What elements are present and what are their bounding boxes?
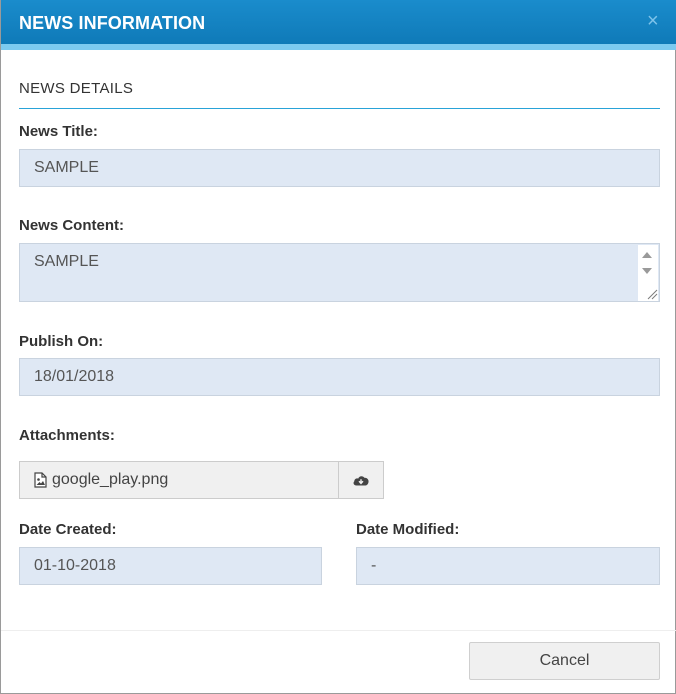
cloud-download-icon	[353, 476, 369, 486]
date-modified-value: -	[371, 557, 377, 574]
news-content-label: News Content:	[19, 217, 124, 234]
section-divider	[19, 108, 660, 109]
date-modified-field[interactable]: -	[356, 547, 660, 585]
modal-title: NEWS INFORMATION	[19, 13, 206, 33]
scroll-down-arrow-icon[interactable]	[642, 268, 652, 274]
footer-divider	[1, 630, 676, 631]
news-title-value: SAMPLE	[34, 159, 99, 176]
scroll-up-arrow-icon[interactable]	[642, 252, 652, 258]
attachment-file-name: google_play.png	[52, 471, 169, 488]
close-icon[interactable]: ×	[647, 11, 663, 31]
date-created-field[interactable]: 01-10-2018	[19, 547, 322, 585]
news-content-textarea[interactable]: SAMPLE	[19, 243, 660, 302]
news-information-modal: NEWS INFORMATION × NEWS DETAILS News Tit…	[0, 0, 676, 694]
download-attachment-button[interactable]	[338, 461, 384, 499]
news-title-label: News Title:	[19, 123, 98, 140]
cancel-button[interactable]: Cancel	[469, 642, 660, 680]
publish-on-field[interactable]: 18/01/2018	[19, 358, 660, 396]
news-content-value: SAMPLE	[34, 253, 99, 270]
modal-header: NEWS INFORMATION ×	[1, 0, 676, 44]
attachments-label: Attachments:	[19, 427, 115, 444]
date-modified-label: Date Modified:	[356, 521, 460, 538]
section-title: NEWS DETAILS	[19, 80, 134, 97]
date-created-value: 01-10-2018	[34, 557, 116, 574]
attachment-file[interactable]: google_play.png	[19, 461, 339, 499]
image-file-icon	[34, 472, 47, 488]
publish-on-label: Publish On:	[19, 333, 104, 350]
publish-on-value: 18/01/2018	[34, 368, 115, 385]
news-title-field[interactable]: SAMPLE	[19, 149, 660, 187]
header-accent-strip	[1, 44, 676, 50]
resize-grip-icon[interactable]	[646, 288, 658, 300]
date-created-label: Date Created:	[19, 521, 117, 538]
